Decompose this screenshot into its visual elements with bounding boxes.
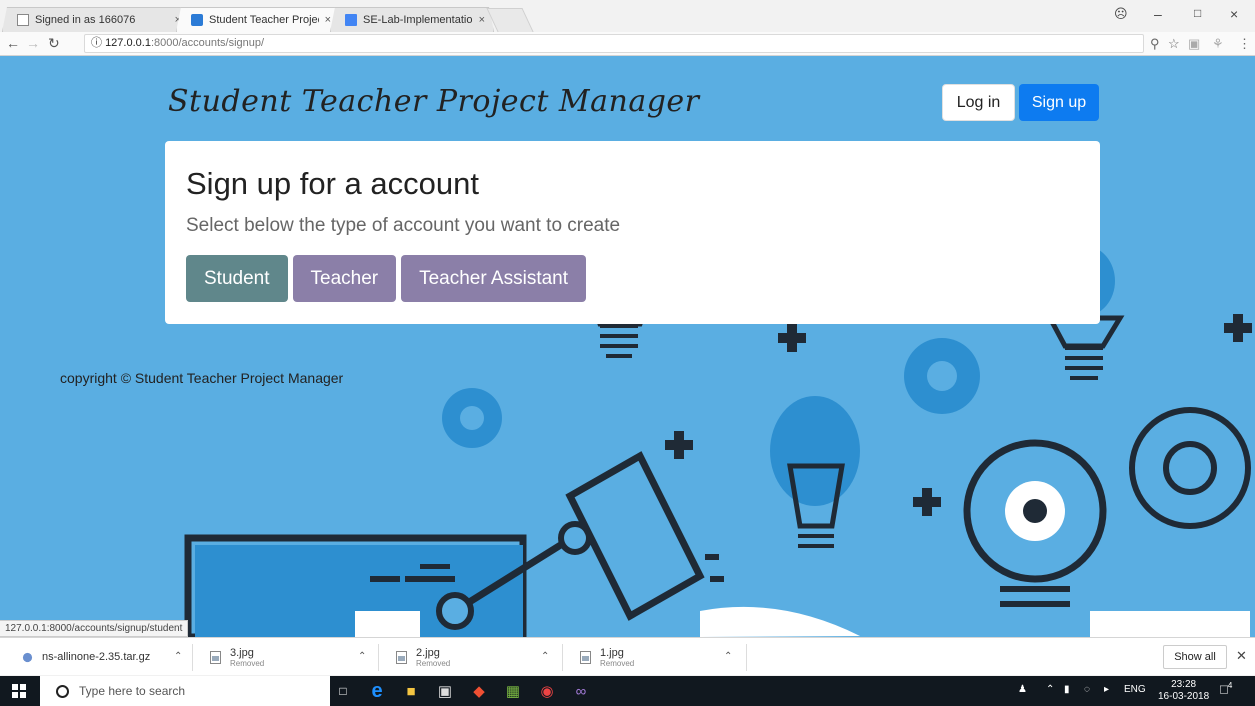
download-item[interactable]: ns-allinone-2.35.tar.gz ⌃: [22, 638, 182, 676]
page-title: Sign up for a account: [186, 166, 479, 201]
divider: [192, 644, 193, 671]
download-status: Removed: [230, 658, 265, 668]
windows-start-icon[interactable]: [12, 684, 26, 698]
microphone-icon[interactable]: ●: [298, 680, 320, 702]
tab-student-teacher[interactable]: Student Teacher Project I ×: [176, 7, 340, 32]
store-icon[interactable]: ▣: [434, 680, 456, 702]
tab-se-lab[interactable]: SE-Lab-Implementation- ×: [330, 7, 494, 32]
show-all-button[interactable]: Show all: [1163, 645, 1227, 669]
brand-logo[interactable]: Student Teacher Project Manager: [168, 84, 700, 119]
tab-signed-in[interactable]: Signed in as 166076 ×: [2, 7, 190, 32]
extension-2-icon[interactable]: ⚘: [1212, 36, 1224, 52]
account-type-group: Student Teacher Teacher Assistant: [186, 255, 587, 302]
chevron-up-icon[interactable]: ⌃: [174, 651, 182, 662]
battery-icon[interactable]: ▮: [1064, 684, 1070, 695]
tab-title: SE-Lab-Implementation-: [363, 14, 473, 26]
restore-icon[interactable]: □: [1194, 6, 1201, 20]
bookmark-star-icon[interactable]: ☆: [1168, 36, 1180, 52]
taskbar-search-input[interactable]: Type here to search: [40, 676, 330, 706]
download-item[interactable]: 2.jpg Removed ⌃: [396, 638, 549, 676]
download-item[interactable]: 1.jpg Removed ⌃: [580, 638, 732, 676]
windows-taskbar: Type here to search ● □ e ■ ▣ ◆ ▦ ◉ ∞ ♟ …: [0, 676, 1255, 706]
divider: [562, 644, 563, 671]
download-name: 1.jpg: [600, 646, 624, 659]
chevron-up-tray-icon[interactable]: ⌃: [1046, 684, 1054, 695]
cortana-icon: [56, 684, 69, 698]
signup-card: Sign up for a account Select below the t…: [165, 141, 1100, 324]
edge-icon[interactable]: e: [366, 680, 388, 702]
download-name: 2.jpg: [416, 646, 440, 659]
image-file-icon: [210, 650, 221, 664]
chrome-icon[interactable]: ◉: [536, 680, 558, 702]
menu-kebab-icon[interactable]: ⋮: [1238, 36, 1251, 52]
zoom-icon[interactable]: ⚲: [1150, 36, 1160, 52]
divider: [746, 644, 747, 671]
tab-title: Signed in as 166076: [35, 14, 136, 26]
search-placeholder: Type here to search: [79, 684, 186, 698]
notification-count: 4: [1227, 681, 1233, 690]
student-button[interactable]: Student: [186, 255, 288, 302]
tab-strip: Signed in as 166076 × Student Teacher Pr…: [0, 0, 1255, 32]
divider: [378, 644, 379, 671]
notification-icon[interactable]: □4: [1220, 681, 1238, 699]
back-icon[interactable]: ←: [6, 35, 20, 51]
url-path: :8000/accounts/signup/: [150, 37, 265, 49]
url-host: 127.0.0.1: [105, 37, 151, 49]
visual-studio-icon[interactable]: ∞: [570, 680, 592, 702]
extension-icon[interactable]: ▣: [1188, 36, 1200, 52]
browser-toolbar: ← → ↻ ⓘ 127.0.0.1:8000/accounts/signup/ …: [0, 32, 1255, 56]
login-button[interactable]: Log in: [942, 84, 1015, 121]
google-docs-icon: [345, 14, 357, 26]
volume-icon[interactable]: ▸: [1104, 684, 1109, 695]
teacher-assistant-button[interactable]: Teacher Assistant: [401, 255, 587, 302]
clock[interactable]: 23:28 16-03-2018: [1158, 679, 1209, 703]
status-bar-url: 127.0.0.1:8000/accounts/signup/student: [0, 620, 189, 637]
download-item[interactable]: 3.jpg Removed ⌃: [210, 638, 366, 676]
chevron-up-icon[interactable]: ⌃: [724, 651, 732, 662]
info-icon: ⓘ: [91, 37, 106, 49]
site-favicon-icon: [191, 14, 203, 26]
new-tab-button[interactable]: [486, 8, 534, 32]
download-name: 3.jpg: [230, 646, 254, 659]
clock-time: 23:28: [1171, 679, 1197, 690]
chevron-up-icon[interactable]: ⌃: [358, 651, 366, 662]
page-viewport: Student Teacher Project Manager Log in S…: [0, 56, 1255, 637]
minimize-icon[interactable]: –: [1154, 6, 1162, 22]
people-icon[interactable]: ♟: [1018, 684, 1027, 695]
tab-close-icon[interactable]: ×: [479, 14, 485, 26]
tab-close-icon[interactable]: ×: [325, 14, 331, 26]
chevron-up-icon[interactable]: ⌃: [541, 651, 549, 662]
download-name: ns-allinone-2.35.tar.gz: [42, 651, 151, 663]
file-explorer-icon[interactable]: ■: [400, 680, 422, 702]
app-icon[interactable]: ▦: [502, 680, 524, 702]
package-icon: [22, 652, 33, 662]
window-close-icon[interactable]: ×: [1230, 6, 1238, 22]
teacher-button[interactable]: Teacher: [292, 255, 397, 302]
lang-indicator[interactable]: ENG: [1124, 684, 1146, 695]
signup-button[interactable]: Sign up: [1019, 84, 1099, 121]
image-file-icon: [396, 650, 407, 664]
address-bar[interactable]: ⓘ 127.0.0.1:8000/accounts/signup/: [84, 34, 1144, 53]
screen: Signed in as 166076 × Student Teacher Pr…: [0, 0, 1255, 706]
tab-title: Student Teacher Project I: [209, 14, 318, 26]
download-shelf: ns-allinone-2.35.tar.gz ⌃ 3.jpg Removed ⌃…: [0, 637, 1255, 675]
forward-icon[interactable]: →: [26, 35, 40, 51]
network-icon[interactable]: ◌: [1084, 684, 1090, 695]
git-icon[interactable]: ◆: [468, 680, 490, 702]
image-file-icon: [580, 650, 591, 664]
close-shelf-icon[interactable]: ✕: [1236, 648, 1247, 664]
footer-copyright: copyright © Student Teacher Project Mana…: [60, 370, 344, 386]
profile-icon[interactable]: ☹: [1114, 6, 1128, 22]
document-icon: [17, 14, 29, 26]
clock-date: 16-03-2018: [1158, 691, 1210, 702]
download-status: Removed: [600, 658, 635, 668]
task-view-icon[interactable]: □: [332, 680, 354, 702]
reload-icon[interactable]: ↻: [48, 35, 60, 52]
download-status: Removed: [416, 658, 451, 668]
page-subtitle: Select below the type of account you wan…: [186, 215, 621, 236]
